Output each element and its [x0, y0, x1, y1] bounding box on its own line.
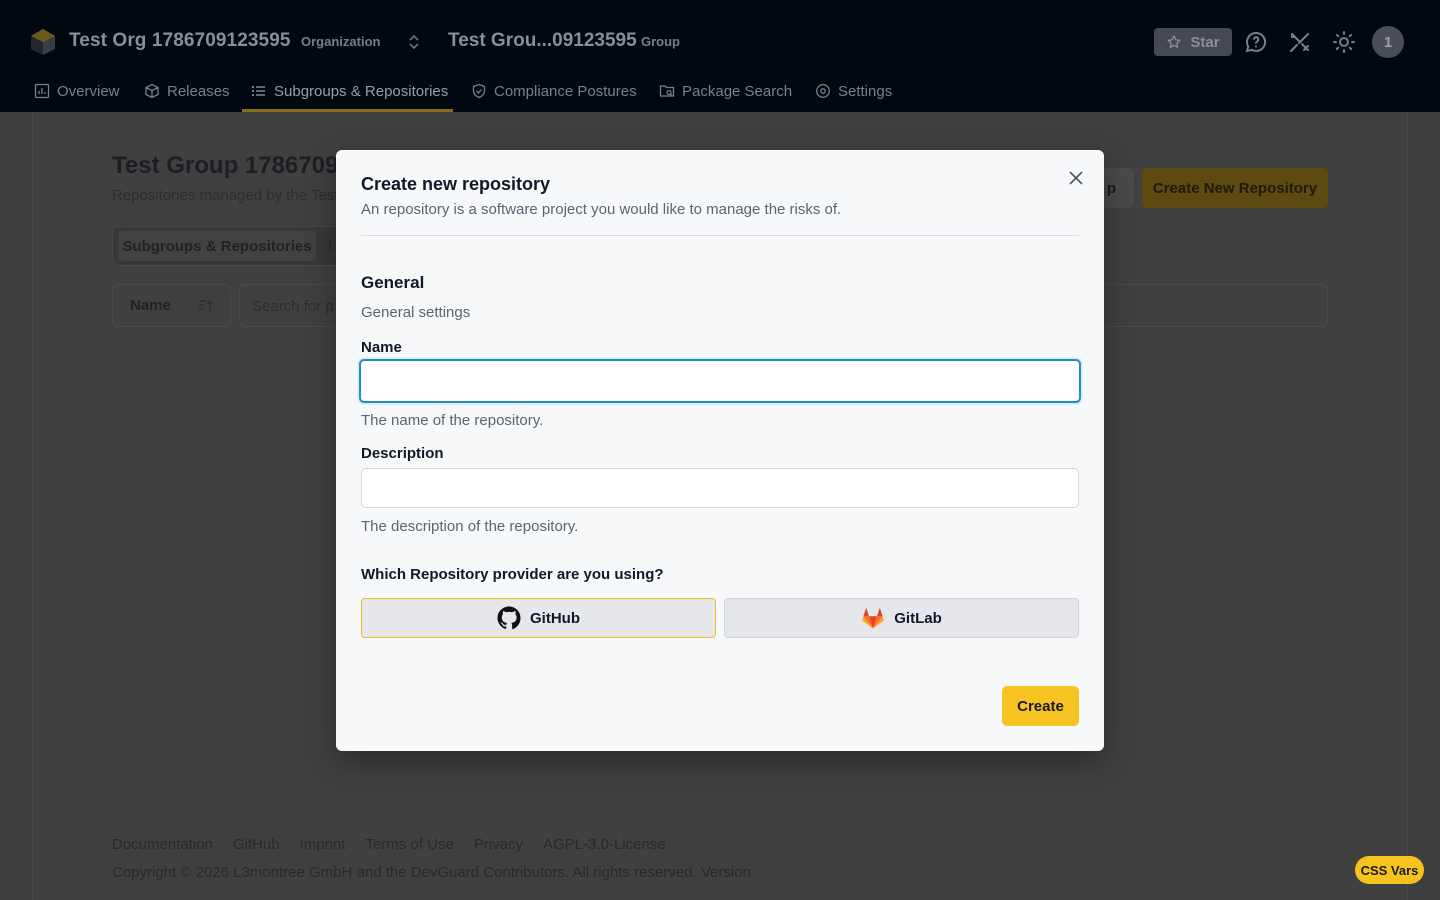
shield-icon	[472, 83, 486, 99]
sort-label: Name	[130, 297, 171, 314]
description-input[interactable]	[361, 468, 1079, 508]
section-title: General	[361, 273, 425, 292]
dialog-description: An repository is a software project you …	[361, 201, 842, 218]
chevron-up-down-icon[interactable]	[406, 32, 422, 52]
dialog-title: Create new repository	[361, 174, 551, 194]
list-icon	[252, 86, 265, 96]
package-icon	[145, 83, 159, 99]
nav-label: Package Search	[682, 82, 793, 100]
nav-item-settings[interactable]: Settings	[815, 70, 892, 112]
dialog-divider	[361, 235, 1079, 236]
gear-icon	[816, 84, 830, 98]
avatar[interactable]: 1	[1372, 26, 1404, 58]
footer-link-license[interactable]: AGPL-3.0-License	[543, 836, 666, 853]
footer-link-imprint[interactable]: Imprint	[300, 836, 346, 853]
description-label: Description	[361, 445, 444, 462]
group-badge: Group	[641, 34, 680, 49]
nav-item-overview[interactable]: Overview	[34, 70, 120, 112]
github-label: GitHub	[530, 609, 580, 627]
nav-label: Subgroups & Repositories	[274, 82, 449, 100]
folder-search-icon	[659, 85, 675, 97]
org-badge: Organization	[301, 34, 381, 49]
footer-link-privacy[interactable]: Privacy	[474, 836, 523, 853]
nav-item-subgroups-repositories[interactable]: Subgroups & Repositories	[251, 70, 448, 112]
gitlab-label: GitLab	[894, 609, 942, 627]
footer-link-github[interactable]: GitHub	[233, 836, 280, 853]
sort-ascending-icon[interactable]	[197, 297, 215, 315]
nav-item-releases[interactable]: Releases	[144, 70, 230, 112]
create-button[interactable]: Create	[1002, 686, 1079, 726]
section-description: General settings	[361, 304, 471, 321]
name-input[interactable]	[359, 359, 1081, 403]
gitlab-provider-button[interactable]: GitLab	[724, 598, 1079, 638]
name-help: The name of the repository.	[361, 412, 544, 429]
nav-item-package-search[interactable]: Package Search	[659, 70, 792, 112]
nav-label: Compliance Postures	[494, 82, 637, 100]
page-title: Test Group 1786709	[112, 152, 339, 179]
group-name[interactable]: Test Grou...09123595	[448, 30, 637, 52]
create-new-repository-button[interactable]: Create New Repository	[1142, 168, 1328, 208]
footer-link-documentation[interactable]: Documentation	[112, 836, 213, 853]
page-subtitle: Repositories managed by the Test	[112, 187, 339, 204]
description-help: The description of the repository.	[361, 518, 579, 535]
chart-icon	[34, 83, 50, 99]
provider-question: Which Repository provider are you using?	[361, 566, 664, 583]
nav-item-compliance-postures[interactable]: Compliance Postures	[471, 70, 637, 112]
star-icon	[1167, 35, 1181, 48]
close-icon[interactable]	[1066, 168, 1086, 188]
nav-label: Overview	[57, 82, 120, 100]
github-provider-button[interactable]: GitHub	[361, 598, 716, 638]
search-placeholder: Search for p	[252, 298, 334, 315]
gitlab-icon	[862, 608, 885, 629]
footer-link-terms[interactable]: Terms of Use	[365, 836, 453, 853]
footer-links: Documentation GitHub Imprint Terms of Us…	[112, 836, 666, 853]
top-header: Test Org 1786709123595 Organization Test…	[0, 0, 1440, 112]
copyright: Copyright © 2026 L3montree GmbH and the …	[112, 864, 751, 881]
nav-label: Settings	[838, 82, 893, 100]
name-label: Name	[361, 339, 402, 356]
tab-other[interactable]: I	[328, 237, 332, 254]
main-nav: Overview Releases Subgroups & Repositori…	[0, 70, 1440, 112]
github-icon	[497, 606, 521, 630]
tools-icon[interactable]	[1288, 30, 1312, 54]
tab-subgroups-repositories[interactable]: Subgroups & Repositories	[118, 231, 316, 261]
org-name[interactable]: Test Org 1786709123595	[69, 30, 291, 52]
star-label: Star	[1190, 33, 1220, 51]
create-repository-dialog: Create new repository An repository is a…	[336, 150, 1104, 751]
star-button[interactable]: Star	[1154, 28, 1232, 56]
app-logo-icon[interactable]	[30, 28, 56, 56]
css-vars-button[interactable]: CSS Vars	[1355, 856, 1424, 884]
sun-icon[interactable]	[1332, 30, 1356, 54]
nav-label: Releases	[167, 82, 230, 100]
help-chat-icon[interactable]	[1244, 30, 1268, 54]
